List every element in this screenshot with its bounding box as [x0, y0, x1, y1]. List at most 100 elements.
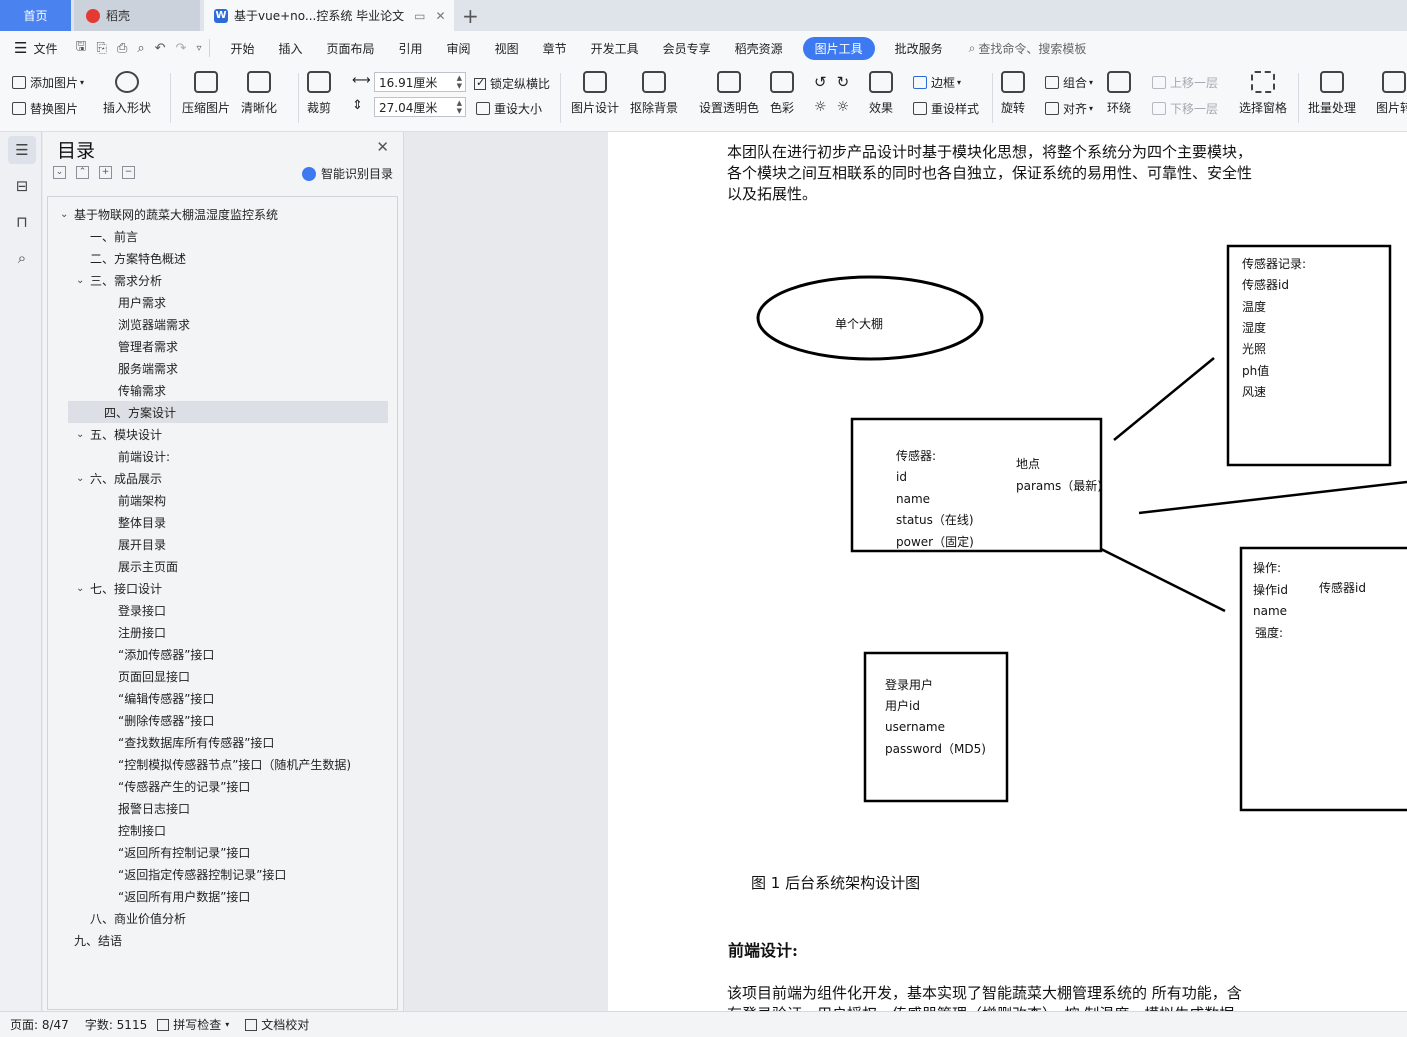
- tab-document[interactable]: W 基于vue+no...控系统 毕业论文 ▭ ✕: [204, 0, 454, 31]
- close-icon[interactable]: ✕: [376, 138, 389, 156]
- menu-layout[interactable]: 页面布局: [327, 40, 375, 57]
- brightness-icons[interactable]: ☼ ☼: [814, 99, 849, 115]
- wrap-button[interactable]: 环绕: [1107, 71, 1131, 116]
- add-image-button[interactable]: 添加图片 ▾: [12, 74, 84, 91]
- toc-item[interactable]: 展开目录: [104, 533, 166, 555]
- brightness-up-icon[interactable]: ☼: [814, 99, 827, 115]
- toc-item[interactable]: 一、前言: [76, 225, 138, 247]
- toc-item[interactable]: 前端设计:: [104, 445, 170, 467]
- toc-item[interactable]: “控制模拟传感器节点”接口（随机产生数据): [104, 753, 351, 775]
- menu-correction[interactable]: 批改服务: [895, 40, 943, 57]
- rotate-right-icon[interactable]: ↻: [837, 73, 850, 91]
- restore-icon[interactable]: ▭: [414, 9, 425, 23]
- toc-item[interactable]: 管理者需求: [104, 335, 178, 357]
- more-icon[interactable]: ▿: [196, 43, 201, 54]
- toc-item[interactable]: 二、方案特色概述: [76, 247, 186, 269]
- menu-reference[interactable]: 引用: [399, 40, 423, 57]
- menu-review[interactable]: 审阅: [447, 40, 471, 57]
- add-heading-icon[interactable]: +: [99, 166, 112, 179]
- replace-image-button[interactable]: 替换图片: [12, 100, 78, 117]
- toc-item[interactable]: 控制接口: [104, 819, 166, 841]
- rotate-small-icons[interactable]: ↺ ↻: [814, 73, 849, 91]
- remove-heading-icon[interactable]: −: [122, 166, 135, 179]
- toc-item[interactable]: 展示主页面: [104, 555, 178, 577]
- toc-item[interactable]: ⌄ 六、成品展示: [76, 467, 162, 489]
- toc-item[interactable]: “传感器产生的记录”接口: [104, 775, 250, 797]
- new-tab-icon[interactable]: +: [462, 4, 479, 28]
- height-spinner[interactable]: ▲ ▼: [457, 99, 462, 115]
- find-icon[interactable]: ⌕: [8, 244, 36, 272]
- save-icon[interactable]: 🖫: [75, 37, 86, 59]
- redo-icon[interactable]: ↷: [176, 41, 187, 56]
- menu-start[interactable]: 开始: [230, 40, 254, 57]
- brightness-down-icon[interactable]: ☼: [837, 99, 850, 115]
- chevron-down-icon[interactable]: ⌄: [76, 583, 90, 594]
- toc-item[interactable]: ⌄ 七、接口设计: [76, 577, 162, 599]
- crop-button[interactable]: 裁剪: [307, 71, 331, 116]
- smart-toc-button[interactable]: 智能识别目录: [301, 165, 393, 182]
- spell-check-button[interactable]: 拼写检查 ▾: [157, 1016, 229, 1033]
- command-search[interactable]: ⌕ 查找命令、搜索模板: [969, 40, 1087, 57]
- compress-image-button[interactable]: 压缩图片: [182, 71, 230, 116]
- lock-ratio-checkbox[interactable]: 锁定纵横比: [474, 75, 550, 92]
- reset-style-button[interactable]: 重设样式: [913, 100, 979, 117]
- architecture-diagram[interactable]: 单个大棚 传感器: id name status（在线) power（固定) 地…: [608, 132, 1407, 1011]
- word-count[interactable]: 字数: 5115: [85, 1016, 147, 1033]
- page-indicator[interactable]: 页面: 8/47: [10, 1016, 69, 1033]
- toc-icon[interactable]: ☰: [8, 136, 36, 164]
- chevron-down-icon[interactable]: ⌄: [76, 275, 90, 286]
- toc-item[interactable]: “返回所有控制记录”接口: [104, 841, 250, 863]
- toc-item[interactable]: ⌄ 五、模块设计: [76, 423, 162, 445]
- tab-home[interactable]: 首页: [0, 0, 71, 31]
- toc-item[interactable]: “添加传感器”接口: [104, 643, 214, 665]
- reset-size-button[interactable]: 重设大小: [476, 100, 542, 117]
- collapse-all-icon[interactable]: ⌄: [53, 166, 66, 179]
- batch-process-button[interactable]: 批量处理: [1308, 71, 1356, 116]
- menu-member[interactable]: 会员专享: [663, 40, 711, 57]
- menu-daoke-resources[interactable]: 稻壳资源: [735, 40, 783, 57]
- expand-all-icon[interactable]: ⌃: [76, 166, 89, 179]
- toc-item[interactable]: 八、商业价值分析: [76, 907, 186, 929]
- toc-item[interactable]: 传输需求: [104, 379, 166, 401]
- close-tab-icon[interactable]: ✕: [435, 9, 445, 23]
- menu-view[interactable]: 视图: [495, 40, 519, 57]
- toc-item[interactable]: “返回所有用户数据”接口: [104, 885, 250, 907]
- toc-item[interactable]: 登录接口: [104, 599, 166, 621]
- toc-item[interactable]: 页面回显接口: [104, 665, 190, 687]
- toc-item[interactable]: 用户需求: [104, 291, 166, 313]
- toc-item[interactable]: “编辑传感器”接口: [104, 687, 214, 709]
- toc-item[interactable]: 报警日志接口: [104, 797, 190, 819]
- toc-item[interactable]: 浏览器端需求: [104, 313, 190, 335]
- print-icon[interactable]: ⎙: [117, 41, 127, 56]
- menu-image-tools[interactable]: 图片工具: [802, 36, 875, 60]
- toc-item[interactable]: “删除传感器”接口: [104, 709, 214, 731]
- width-input[interactable]: 16.91厘米 ▲ ▼: [374, 72, 466, 92]
- bookmark-icon[interactable]: ⊓: [8, 208, 36, 236]
- toc-item[interactable]: 九、结语: [60, 929, 122, 951]
- chevron-down-icon[interactable]: ⌄: [76, 473, 90, 484]
- toc-item[interactable]: 整体目录: [104, 511, 166, 533]
- bring-forward-button[interactable]: 上移一层: [1152, 74, 1218, 91]
- toc-item[interactable]: 注册接口: [104, 621, 166, 643]
- set-transparent-button[interactable]: 设置透明色: [699, 71, 759, 116]
- file-menu[interactable]: ☰ 文件: [14, 39, 57, 57]
- rotate-button[interactable]: 旋转: [1001, 71, 1025, 116]
- preview-icon[interactable]: ⌕: [137, 41, 144, 56]
- height-input[interactable]: 27.04厘米 ▲ ▼: [374, 97, 466, 117]
- tab-daoke[interactable]: 稻壳: [74, 0, 200, 31]
- insert-shape-button[interactable]: 插入形状: [103, 71, 151, 116]
- chapter-nav-icon[interactable]: ⊟: [8, 172, 36, 200]
- color-button[interactable]: 色彩: [770, 71, 794, 116]
- width-spinner[interactable]: ▲ ▼: [457, 74, 462, 90]
- chevron-down-icon[interactable]: ⌄: [60, 209, 74, 220]
- toc-item[interactable]: ⌄ 三、需求分析: [76, 269, 162, 291]
- toc-item[interactable]: 服务端需求: [104, 357, 178, 379]
- export-icon[interactable]: ⎘: [97, 41, 107, 56]
- toc-item[interactable]: “返回指定传感器控制记录”接口: [104, 863, 286, 885]
- image-design-button[interactable]: 图片设计: [571, 71, 619, 116]
- menu-chapter[interactable]: 章节: [543, 40, 567, 57]
- send-backward-button[interactable]: 下移一层: [1152, 100, 1218, 117]
- border-button[interactable]: 边框 ▾: [913, 74, 961, 91]
- clarity-button[interactable]: 清晰化: [241, 71, 277, 116]
- toc-item[interactable]: ⌄ 基于物联网的蔬菜大棚温湿度监控系统: [60, 203, 278, 225]
